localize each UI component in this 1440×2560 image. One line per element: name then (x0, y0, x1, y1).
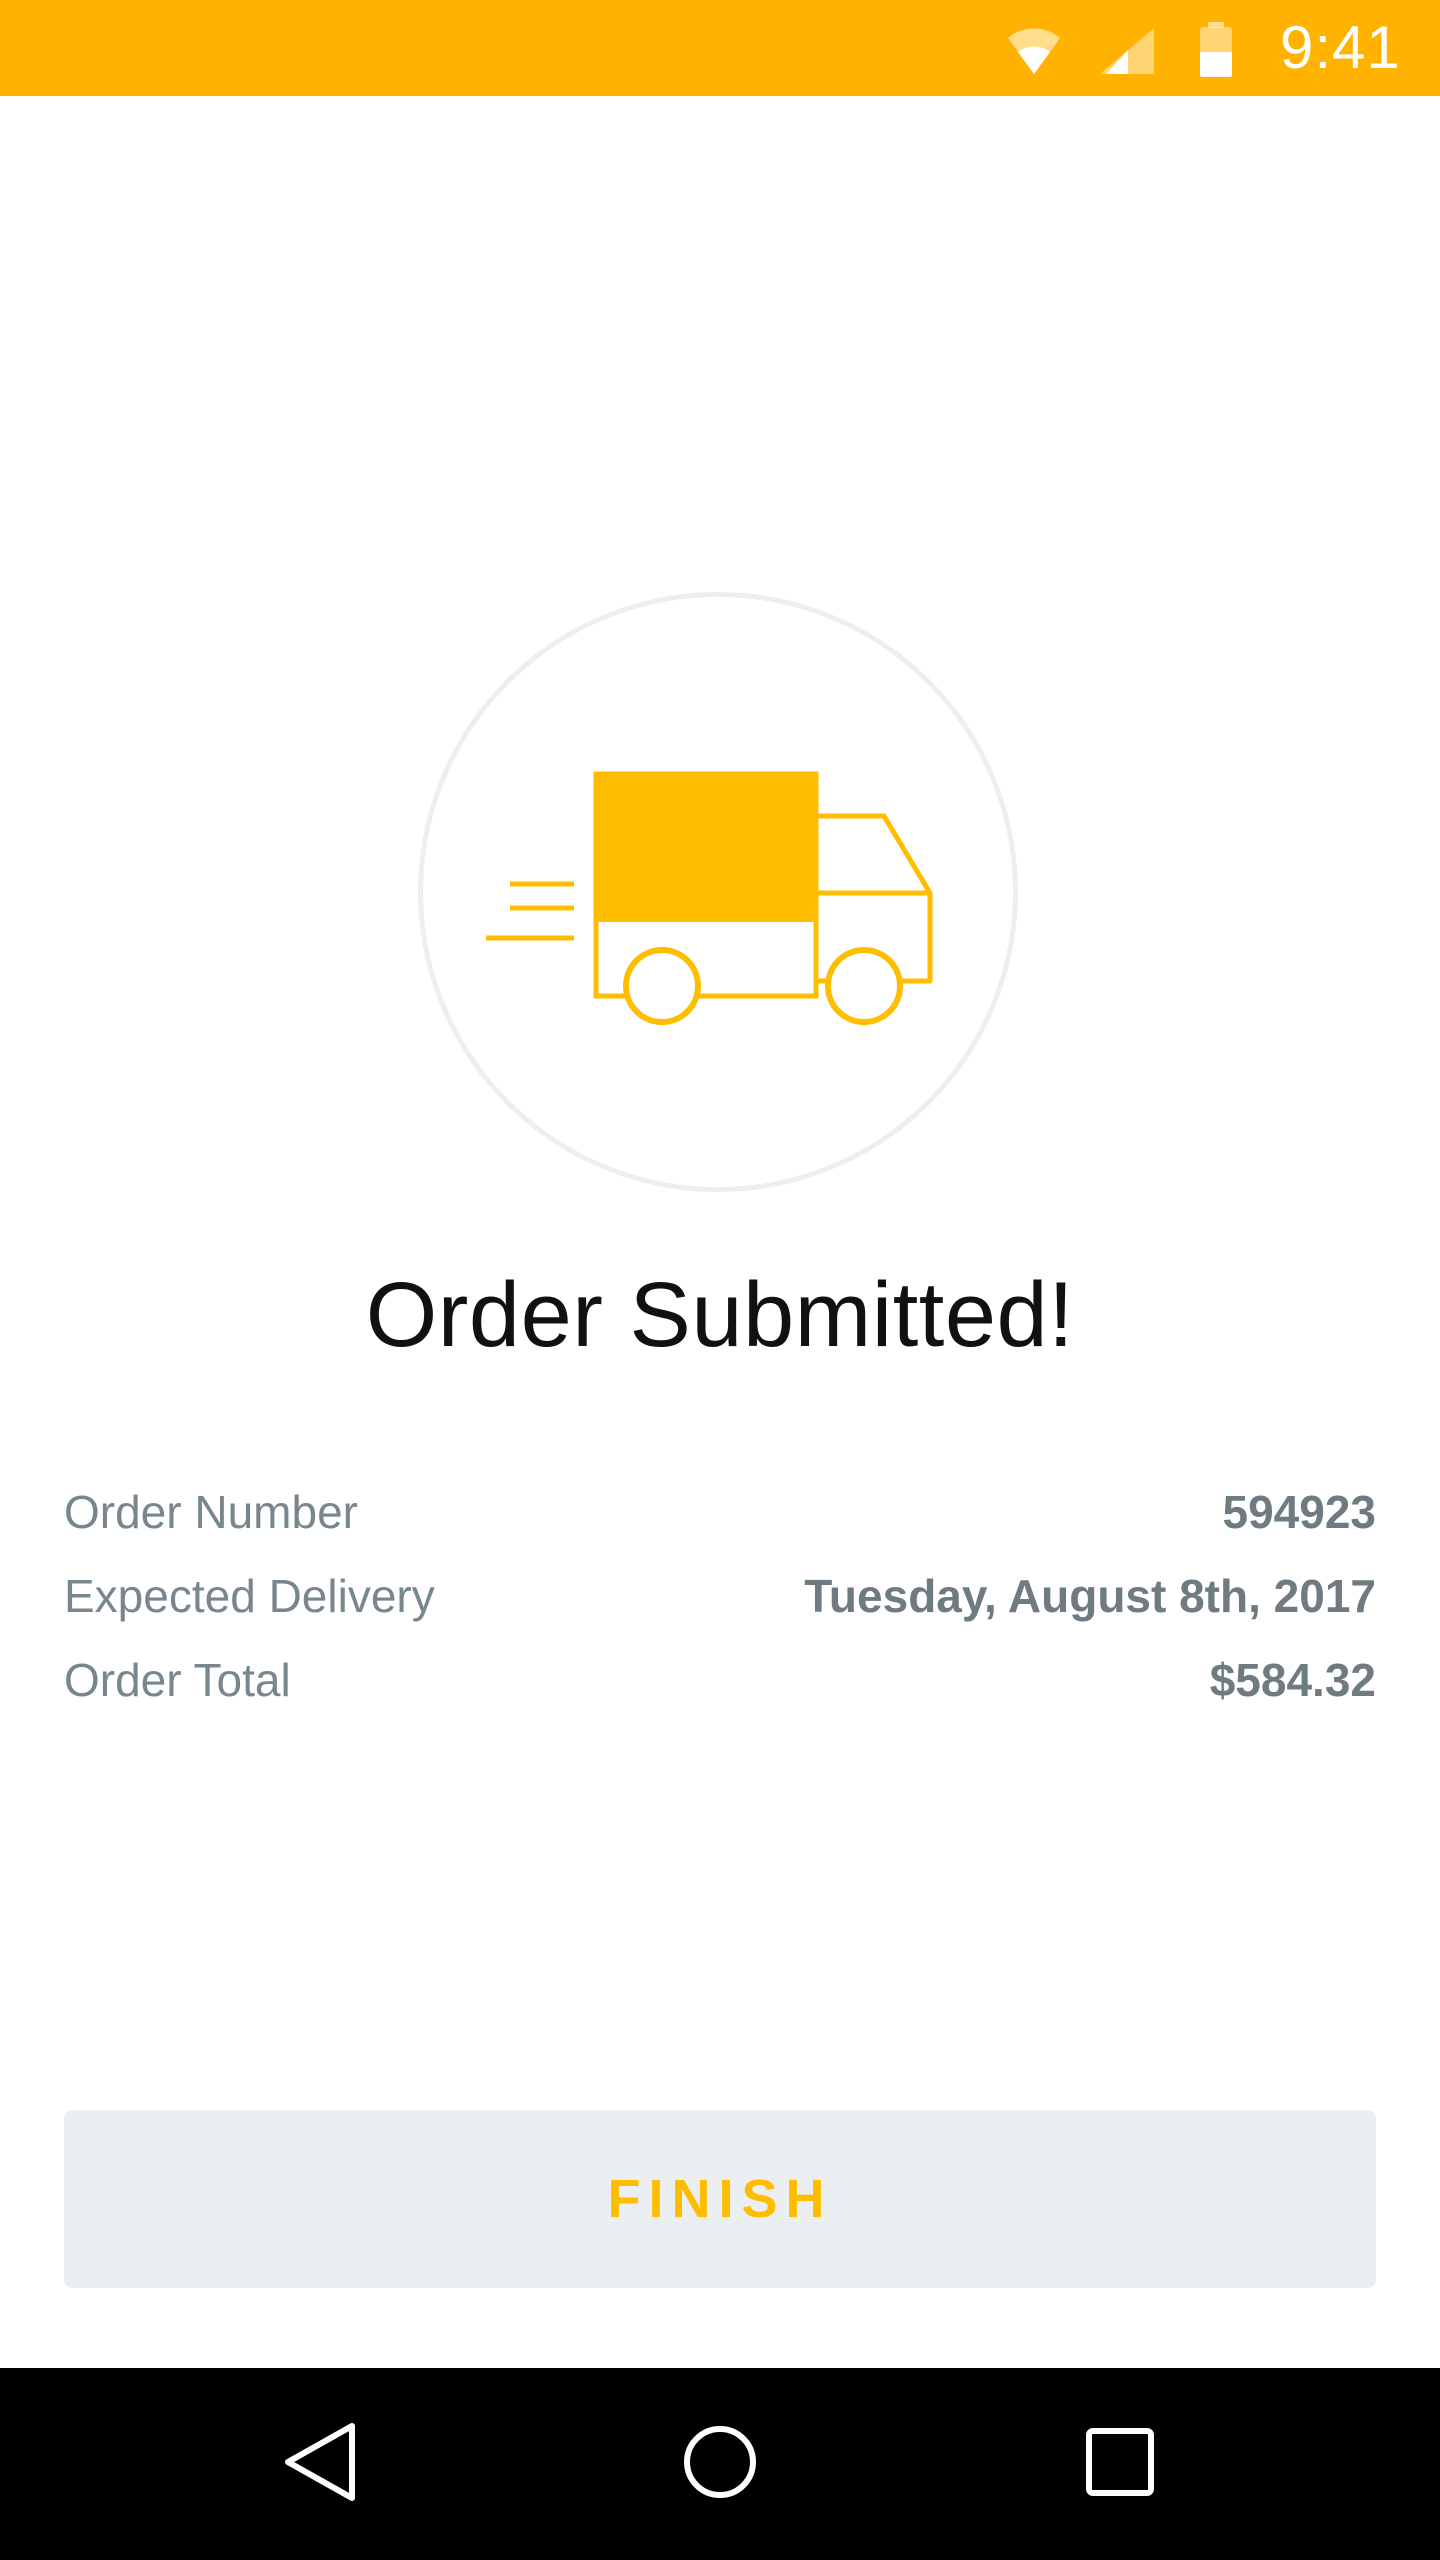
recents-button[interactable] (1040, 2368, 1200, 2560)
cellular-signal-icon (1098, 26, 1156, 81)
detail-label: Expected Delivery (64, 1570, 435, 1622)
battery-icon (1198, 22, 1234, 83)
detail-row-order-total: Order Total $584.32 (64, 1638, 1376, 1722)
home-icon (682, 2424, 758, 2505)
back-icon (282, 2420, 358, 2509)
detail-label: Order Number (64, 1486, 358, 1538)
detail-value: 594923 (1222, 1486, 1377, 1538)
finish-button[interactable]: FINISH (64, 2110, 1376, 2288)
page-title: Order Submitted! (365, 1264, 1075, 1366)
back-button[interactable] (240, 2368, 400, 2560)
detail-label: Order Total (64, 1654, 291, 1706)
detail-value: Tuesday, August 8th, 2017 (804, 1570, 1376, 1622)
delivery-truck-icon (480, 760, 940, 1035)
status-clock: 9:41 (1280, 14, 1401, 81)
home-button[interactable] (640, 2368, 800, 2560)
wifi-icon (1006, 26, 1062, 81)
detail-row-expected-delivery: Expected Delivery Tuesday, August 8th, 2… (64, 1554, 1376, 1638)
status-bar: 9:41 (0, 0, 1440, 96)
detail-row-order-number: Order Number 594923 (64, 1470, 1376, 1554)
detail-value: $584.32 (1209, 1654, 1376, 1706)
order-details: Order Number 594923 Expected Delivery Tu… (64, 1470, 1376, 1722)
navigation-bar (0, 2368, 1440, 2560)
recents-icon (1085, 2427, 1155, 2502)
